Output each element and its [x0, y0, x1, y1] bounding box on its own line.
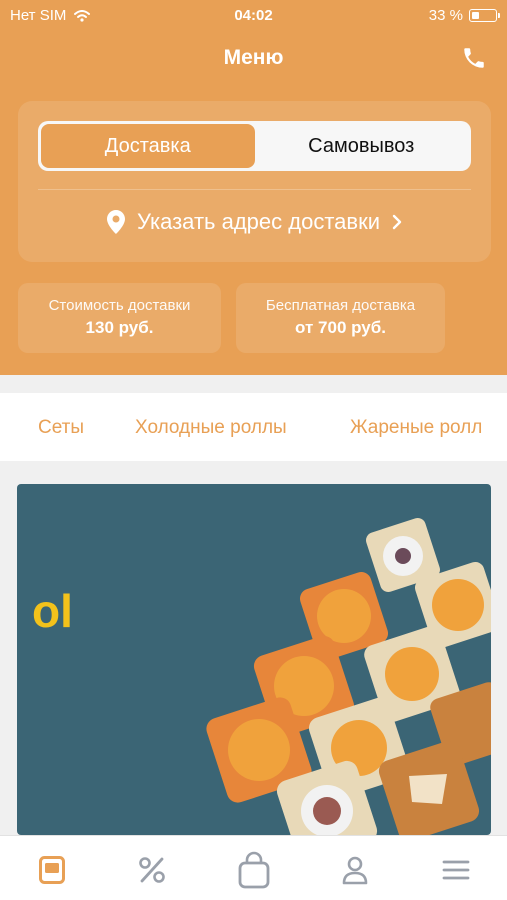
user-icon — [342, 856, 368, 885]
free-delivery-label: Бесплатная доставка — [265, 297, 416, 314]
header: Нет SIM 04:02 33 % Меню Доставка Самовыв… — [0, 0, 507, 375]
delivery-tab[interactable]: Доставка — [41, 124, 255, 168]
category-cold-rolls[interactable]: Холодные роллы — [135, 417, 287, 439]
address-button[interactable]: Указать адрес доставки — [18, 209, 491, 235]
phone-icon — [464, 48, 484, 68]
category-bar: Сеты Холодные роллы Жареные ролл — [0, 393, 507, 461]
tab-profile[interactable] — [335, 850, 375, 890]
delivery-cost-value: 130 руб. — [85, 318, 154, 337]
tab-more[interactable] — [436, 850, 476, 890]
address-label: Указать адрес доставки — [137, 209, 380, 234]
status-right: 33 % — [428, 7, 500, 24]
divider — [38, 189, 471, 190]
pickup-tab[interactable]: Самовывоз — [255, 124, 469, 168]
delivery-cost-label: Стоимость доставки — [48, 297, 191, 314]
sushi-image — [206, 518, 491, 835]
menu-icon — [39, 856, 65, 884]
percent-icon — [139, 857, 165, 883]
chevron-right-icon — [392, 214, 402, 230]
tab-promotions[interactable] — [132, 850, 172, 890]
page-title: Меню — [223, 46, 284, 69]
phone-button[interactable] — [459, 43, 489, 73]
tab-cart[interactable] — [234, 850, 274, 890]
free-delivery-value: от 700 руб. — [295, 318, 386, 337]
delivery-cost-card: Стоимость доставки 130 руб. — [18, 283, 221, 353]
free-delivery-card: Бесплатная доставка от 700 руб. — [236, 283, 445, 353]
delivery-card: Доставка Самовывоз Указать адрес доставк… — [18, 101, 491, 262]
battery-icon — [469, 9, 500, 22]
status-bar: Нет SIM 04:02 33 % — [0, 0, 507, 32]
category-fried-rolls[interactable]: Жареные ролл — [350, 417, 482, 439]
tab-menu[interactable] — [32, 850, 72, 890]
category-sets[interactable]: Сеты — [38, 417, 84, 439]
battery-percent: 33 % — [428, 7, 463, 24]
bag-icon — [238, 851, 270, 889]
promo-banner[interactable]: ol — [17, 484, 491, 835]
hamburger-icon — [442, 860, 470, 880]
delivery-toggle: Доставка Самовывоз — [38, 121, 471, 171]
tab-bar — [0, 835, 507, 900]
location-pin-icon — [107, 210, 126, 234]
